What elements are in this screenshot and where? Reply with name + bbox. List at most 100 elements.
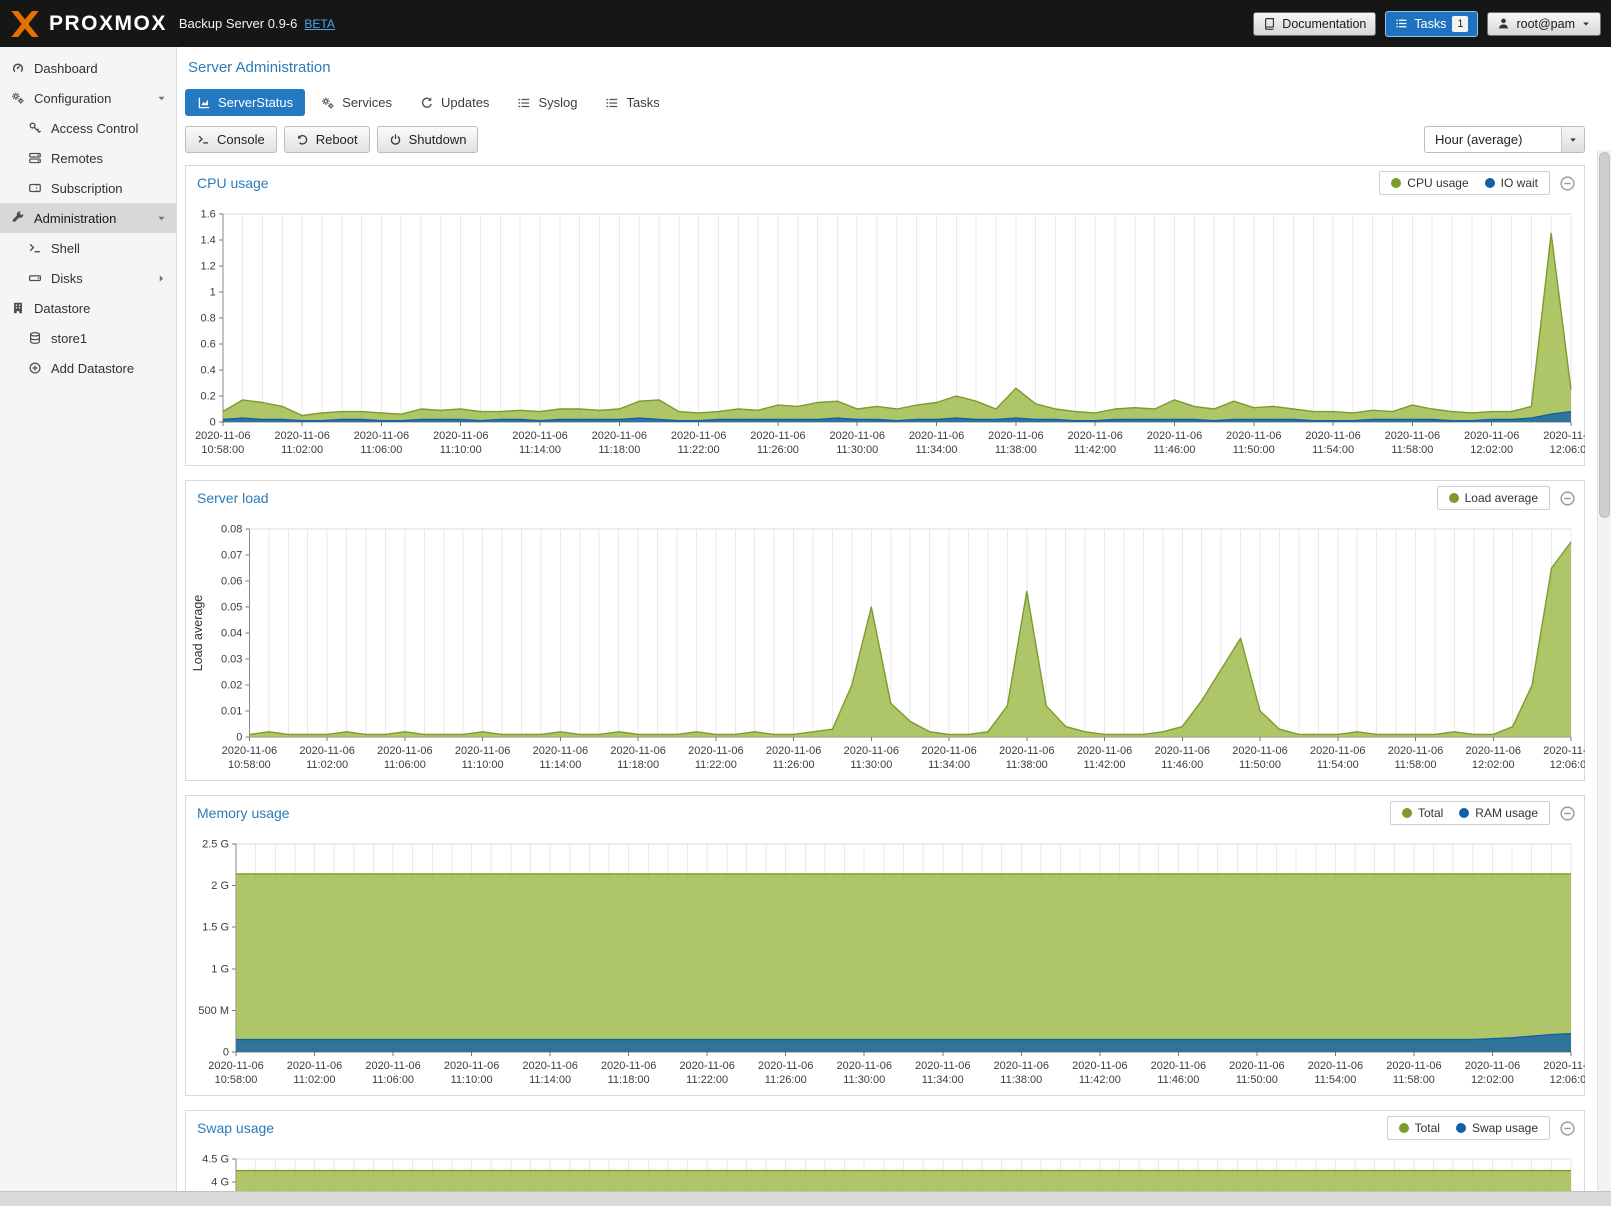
list-icon (605, 96, 619, 110)
legend-item-total[interactable]: Total (1402, 806, 1443, 820)
button-label: Reboot (316, 132, 358, 147)
sidebar-item-remotes[interactable]: Remotes (0, 143, 176, 173)
svg-text:1.4: 1.4 (201, 235, 216, 247)
sidebar-item-dashboard[interactable]: Dashboard (0, 53, 176, 83)
svg-text:2020-11-06: 2020-11-06 (671, 430, 726, 442)
svg-text:11:50:00: 11:50:00 (1239, 759, 1281, 771)
chart-memory-usage: 0500 M1 G1.5 G2 G2.5 G2020-11-0610:58:00… (189, 834, 1585, 1090)
svg-text:2.5 G: 2.5 G (202, 839, 229, 851)
reboot-button[interactable]: Reboot (284, 126, 370, 153)
sidebar-item-label: Administration (34, 211, 116, 226)
sidebar-item-add-datastore[interactable]: Add Datastore (0, 353, 176, 383)
legend-item-swap-usage[interactable]: Swap usage (1456, 1121, 1538, 1135)
legend-item-total[interactable]: Total (1399, 1121, 1440, 1135)
svg-text:0.06: 0.06 (221, 576, 242, 588)
tab-updates[interactable]: Updates (408, 89, 501, 116)
svg-text:2020-11-06: 2020-11-06 (1308, 1060, 1363, 1072)
page-title: Server Administration (188, 59, 1585, 76)
panel-body: 0500 M1 G1.5 G2 G2.5 G2020-11-0610:58:00… (186, 830, 1584, 1095)
sidebar-item-label: store1 (51, 331, 87, 346)
svg-text:2020-11-06: 2020-11-06 (1226, 430, 1281, 442)
sidebar-item-shell[interactable]: Shell (0, 233, 176, 263)
svg-text:11:18:00: 11:18:00 (608, 1074, 650, 1086)
chart-icon (197, 96, 211, 110)
sidebar-item-label: Configuration (34, 91, 111, 106)
panel-collapse-button[interactable] (1559, 490, 1576, 507)
svg-text:11:18:00: 11:18:00 (617, 759, 659, 771)
beta-link[interactable]: BETA (304, 17, 334, 31)
horizontal-scrollbar[interactable] (0, 1191, 1611, 1206)
list-icon (517, 96, 531, 110)
svg-text:2020-11-06: 2020-11-06 (287, 1060, 342, 1072)
svg-text:2 G: 2 G (211, 880, 229, 892)
brand-name: PROXMOX (49, 12, 167, 36)
user-label: root@pam (1516, 17, 1575, 31)
svg-text:11:02:00: 11:02:00 (294, 1074, 336, 1086)
svg-text:11:54:00: 11:54:00 (1317, 759, 1359, 771)
svg-text:2020-11-06: 2020-11-06 (1310, 745, 1365, 757)
sidebar-item-administration[interactable]: Administration (0, 203, 176, 233)
svg-text:11:22:00: 11:22:00 (686, 1074, 728, 1086)
svg-text:0.8: 0.8 (201, 313, 216, 325)
svg-text:2020-11-06: 2020-11-06 (1232, 745, 1287, 757)
documentation-button[interactable]: Documentation (1253, 12, 1376, 36)
panel-collapse-button[interactable] (1559, 805, 1576, 822)
svg-text:11:38:00: 11:38:00 (1006, 759, 1048, 771)
time-range-select[interactable]: Hour (average) (1424, 126, 1585, 153)
svg-text:2020-11-06: 2020-11-06 (610, 745, 665, 757)
legend-item-cpu-usage[interactable]: CPU usage (1391, 176, 1468, 190)
legend-item-load-average[interactable]: Load average (1449, 491, 1538, 505)
legend-item-io-wait[interactable]: IO wait (1485, 176, 1538, 190)
svg-text:1.6: 1.6 (201, 209, 216, 221)
svg-text:2020-11-06: 2020-11-06 (1151, 1060, 1206, 1072)
user-menu-button[interactable]: root@pam (1487, 12, 1601, 36)
tab-syslog[interactable]: Syslog (505, 89, 589, 116)
combo-trigger[interactable] (1561, 127, 1584, 152)
sidebar-item-access-control[interactable]: Access Control (0, 113, 176, 143)
tab-serverstatus[interactable]: ServerStatus (185, 89, 305, 116)
svg-text:2020-11-06: 2020-11-06 (750, 430, 805, 442)
panel-header: Server loadLoad average (186, 481, 1584, 515)
vertical-scrollbar-thumb[interactable] (1599, 152, 1610, 518)
svg-text:10:58:00: 10:58:00 (201, 444, 244, 456)
sidebar-item-label: Subscription (51, 181, 123, 196)
sidebar-item-datastore[interactable]: Datastore (0, 293, 176, 323)
svg-text:2020-11-06: 2020-11-06 (1305, 430, 1360, 442)
caret-down-icon (156, 213, 167, 224)
svg-text:2020-11-06: 2020-11-06 (1466, 745, 1521, 757)
svg-text:2020-11-06: 2020-11-06 (195, 430, 250, 442)
tab-services[interactable]: Services (309, 89, 404, 116)
svg-text:2020-11-06: 2020-11-06 (512, 430, 567, 442)
console-button[interactable]: Console (185, 126, 277, 153)
minus-circle-icon (1559, 805, 1576, 822)
svg-text:11:46:00: 11:46:00 (1153, 444, 1195, 456)
svg-text:11:38:00: 11:38:00 (1000, 1074, 1042, 1086)
plus-circle-icon (28, 361, 42, 375)
undo-icon (296, 133, 309, 146)
shutdown-button[interactable]: Shutdown (377, 126, 479, 153)
svg-text:11:46:00: 11:46:00 (1157, 1074, 1199, 1086)
svg-text:2020-11-06: 2020-11-06 (915, 1060, 970, 1072)
panel-collapse-button[interactable] (1559, 1120, 1576, 1137)
svg-text:2020-11-06: 2020-11-06 (1386, 1060, 1441, 1072)
svg-text:2020-11-06: 2020-11-06 (1067, 430, 1122, 442)
toolbar-buttons: Console Reboot Shutdown (185, 126, 478, 153)
svg-text:2020-11-06: 2020-11-06 (758, 1060, 813, 1072)
sidebar-item-disks[interactable]: Disks (0, 263, 176, 293)
tab-tasks[interactable]: Tasks (593, 89, 671, 116)
svg-text:2020-11-06: 2020-11-06 (999, 745, 1054, 757)
sidebar-item-store1[interactable]: store1 (0, 323, 176, 353)
svg-text:11:54:00: 11:54:00 (1314, 1074, 1356, 1086)
svg-text:11:26:00: 11:26:00 (765, 1074, 807, 1086)
legend-dot (1456, 1123, 1466, 1133)
sidebar-item-subscription[interactable]: Subscription (0, 173, 176, 203)
panel-collapse-button[interactable] (1559, 175, 1576, 192)
legend-dot (1391, 178, 1401, 188)
svg-text:11:22:00: 11:22:00 (695, 759, 737, 771)
legend-item-ram-usage[interactable]: RAM usage (1459, 806, 1538, 820)
sidebar-item-configuration[interactable]: Configuration (0, 83, 176, 113)
tasks-button[interactable]: Tasks 1 (1385, 11, 1478, 37)
gears-icon (321, 96, 335, 110)
svg-text:11:30:00: 11:30:00 (836, 444, 878, 456)
toolbar: Console Reboot Shutdown Hour (average) (185, 126, 1585, 153)
